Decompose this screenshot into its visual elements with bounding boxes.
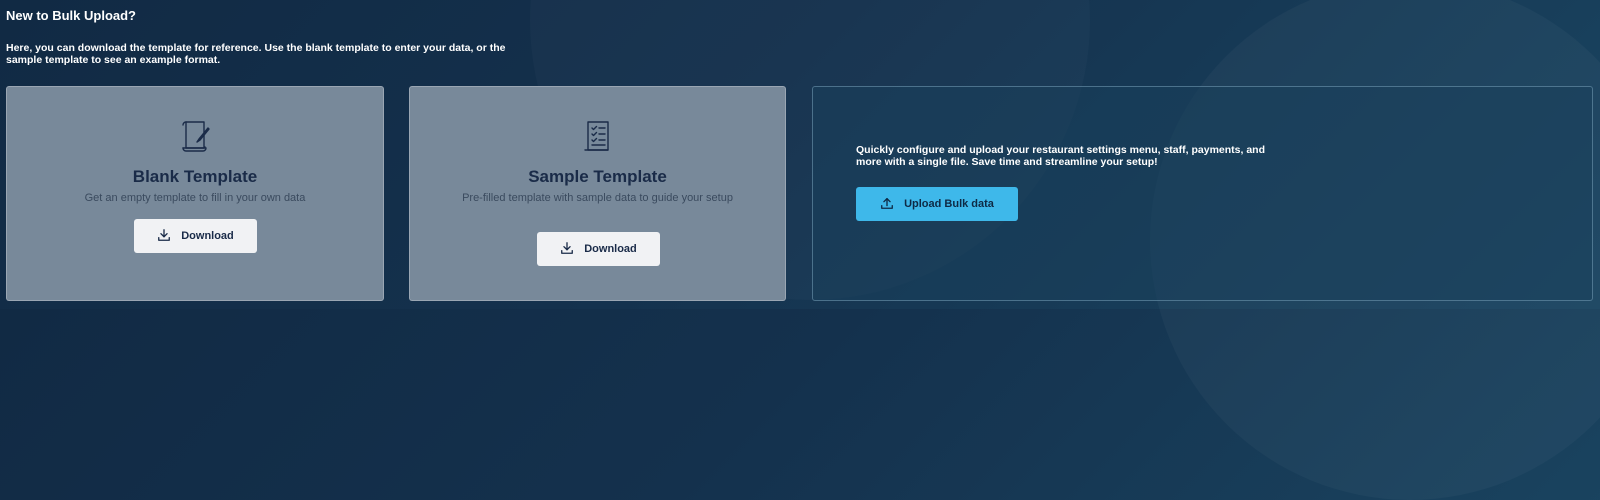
- page-title: New to Bulk Upload?: [6, 8, 136, 23]
- button-label: Download: [181, 230, 234, 242]
- card-title: Sample Template: [528, 167, 667, 186]
- upload-description: Quickly configure and upload your restau…: [856, 144, 1265, 168]
- blank-template-card: Blank Template Get an empty template to …: [6, 86, 384, 301]
- sample-template-card: Sample Template Pre-filled template with…: [409, 86, 786, 301]
- download-icon: [560, 241, 574, 258]
- document-edit-icon: [175, 117, 215, 157]
- download-icon: [157, 228, 171, 245]
- button-label: Upload Bulk data: [904, 198, 994, 210]
- intro-section: New to Bulk Upload? Here, you can downlo…: [6, 8, 526, 66]
- card-subtitle: Pre-filled template with sample data to …: [462, 192, 733, 204]
- button-label: Download: [584, 243, 637, 255]
- blank-download-button[interactable]: Download: [134, 219, 257, 253]
- upload-bulk-data-button[interactable]: Upload Bulk data: [856, 187, 1018, 221]
- intro-description: Here, you can download the template for …: [6, 42, 506, 66]
- card-subtitle: Get an empty template to fill in your ow…: [84, 192, 306, 204]
- card-title: Blank Template: [132, 167, 258, 186]
- upload-icon: [880, 196, 894, 213]
- checklist-document-icon: [578, 117, 618, 157]
- sample-download-button[interactable]: Download: [537, 232, 660, 266]
- upload-card: Quickly configure and upload your restau…: [812, 86, 1593, 301]
